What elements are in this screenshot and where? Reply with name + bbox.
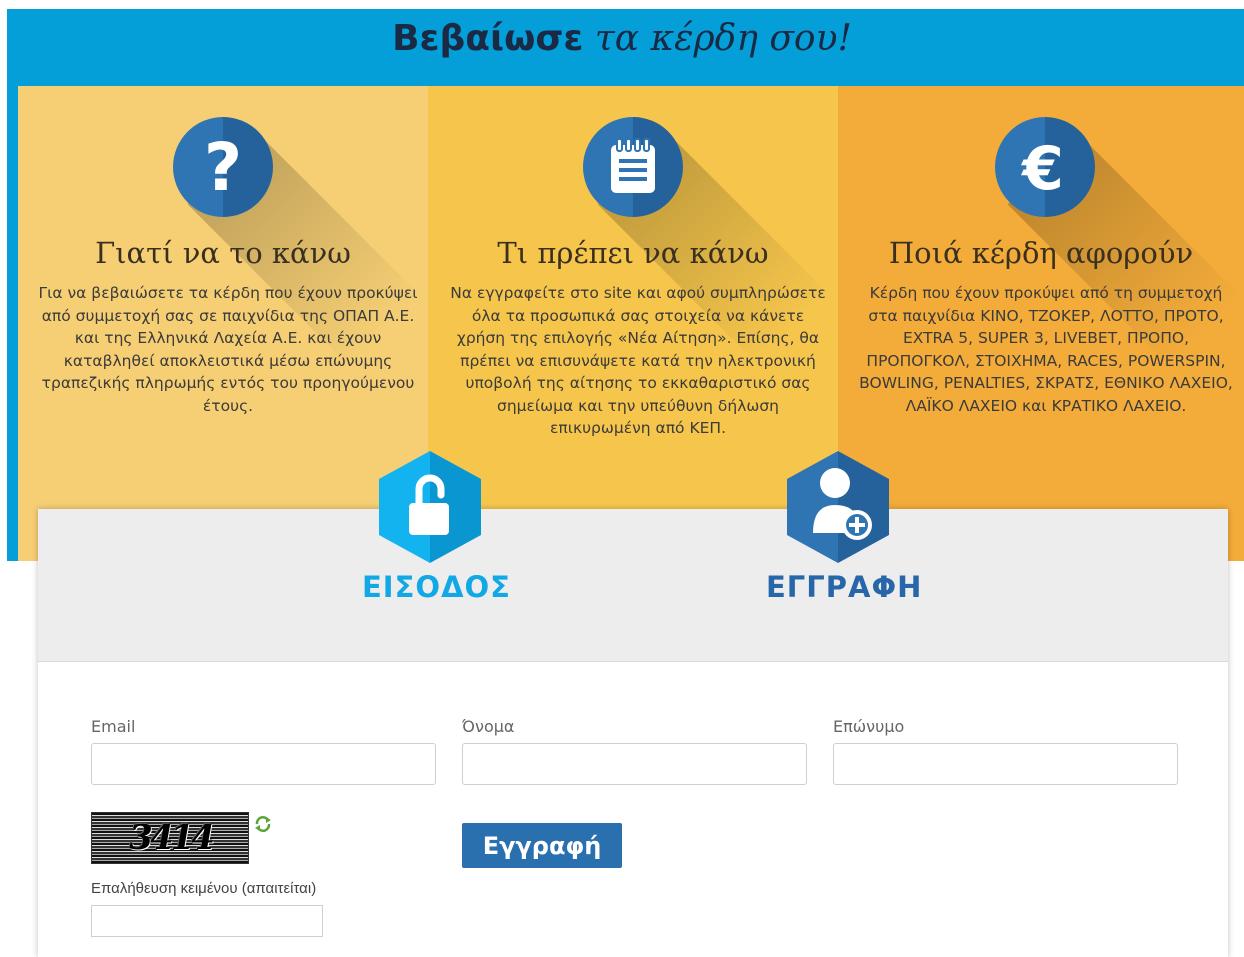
info-column-what: Τι πρέπει να κάνω Να εγγραφείτε στο site… bbox=[428, 86, 838, 561]
last-name-field[interactable] bbox=[833, 743, 1178, 785]
refresh-icon[interactable] bbox=[254, 815, 272, 833]
svg-text:?: ? bbox=[204, 132, 242, 202]
hero-title-light: τα κέρδη σου! bbox=[594, 18, 852, 59]
first-name-label: Όνομα bbox=[462, 717, 515, 736]
captcha-image: 3414 bbox=[91, 812, 249, 864]
hero-title: Βεβαίωσε τα κέρδη σου! bbox=[0, 18, 1244, 59]
euro-icon: € bbox=[995, 117, 1095, 217]
captcha-text: 3414 bbox=[125, 818, 215, 858]
notepad-icon bbox=[583, 117, 683, 217]
column-title: Γιατί να το κάνω bbox=[95, 236, 351, 270]
question-icon: ? bbox=[173, 117, 273, 217]
column-text: Για να βεβαιώσετε τα κέρδη που έχουν προ… bbox=[38, 284, 418, 415]
register-button[interactable]: Εγγραφή bbox=[462, 823, 622, 868]
column-text: Να εγγραφείτε στο site και αφού συμπληρώ… bbox=[450, 284, 826, 437]
email-field[interactable] bbox=[91, 743, 436, 785]
email-label: Email bbox=[91, 717, 136, 736]
column-text: Κέρδη που έχουν προκύψει από τη συμμετοχ… bbox=[859, 284, 1233, 415]
captcha-input[interactable] bbox=[91, 905, 323, 937]
tab-login[interactable]: ΕΙΣΟΔΟΣ bbox=[362, 570, 511, 604]
info-column-why: ? Γιατί να το κάνω Για να βεβαιώσετε τα … bbox=[18, 86, 428, 561]
column-title: Τι πρέπει να κάνω bbox=[497, 236, 769, 270]
captcha-verify-label: Επαλήθευση κειμένου (απαιτείται) bbox=[91, 880, 317, 897]
svg-text:€: € bbox=[1020, 134, 1064, 202]
panel-header bbox=[38, 509, 1228, 662]
info-column-which: € Ποιά κέρδη αφορούν Κέρδη που έχουν προ… bbox=[838, 86, 1244, 561]
last-name-label: Επώνυμο bbox=[833, 717, 905, 736]
column-title: Ποιά κέρδη αφορούν bbox=[888, 236, 1194, 270]
first-name-field[interactable] bbox=[462, 743, 807, 785]
tab-register[interactable]: ΕΓΓΡΑΦΗ bbox=[766, 570, 922, 604]
hero-title-strong: Βεβαίωσε bbox=[392, 18, 584, 59]
